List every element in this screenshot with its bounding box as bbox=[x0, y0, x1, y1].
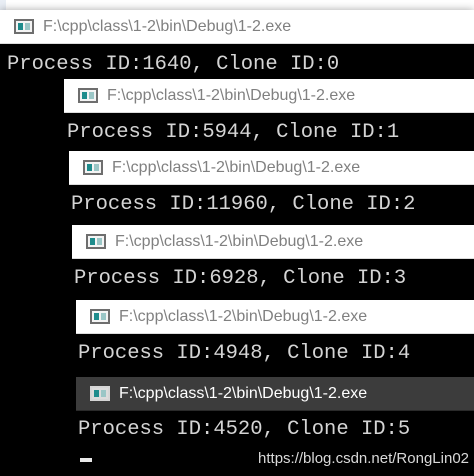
window-title: F:\cpp\class\1-2\bin\Debug\1-2.exe bbox=[115, 232, 364, 250]
watermark: https://blog.csdn.net/RongLin02 bbox=[258, 450, 469, 467]
console-output-line: Process ID:4948, Clone ID:4 bbox=[78, 342, 411, 365]
window-title: F:\cpp\class\1-2\bin\Debug\1-2.exe bbox=[119, 384, 368, 402]
console-output-line: Process ID:1640, Clone ID:0 bbox=[7, 53, 340, 76]
console-app-icon bbox=[90, 386, 110, 401]
titlebar[interactable]: F:\cpp\class\1-2\bin\Debug\1-2.exe bbox=[64, 79, 474, 113]
console-app-icon bbox=[83, 160, 103, 175]
console-app-icon bbox=[78, 88, 98, 103]
titlebar[interactable]: F:\cpp\class\1-2\bin\Debug\1-2.exe bbox=[76, 377, 474, 411]
window-title: F:\cpp\class\1-2\bin\Debug\1-2.exe bbox=[119, 307, 368, 325]
console-app-icon bbox=[86, 234, 106, 249]
console-app-icon bbox=[14, 19, 34, 34]
console-app-icon bbox=[90, 309, 110, 324]
text-cursor bbox=[80, 458, 92, 462]
titlebar[interactable]: F:\cpp\class\1-2\bin\Debug\1-2.exe bbox=[69, 151, 474, 185]
window-title: F:\cpp\class\1-2\bin\Debug\1-2.exe bbox=[112, 158, 361, 176]
titlebar[interactable]: F:\cpp\class\1-2\bin\Debug\1-2.exe bbox=[72, 225, 474, 259]
titlebar[interactable]: F:\cpp\class\1-2\bin\Debug\1-2.exe bbox=[76, 300, 474, 334]
console-output-line: Process ID:11960, Clone ID:2 bbox=[71, 193, 416, 216]
window-title: F:\cpp\class\1-2\bin\Debug\1-2.exe bbox=[43, 17, 292, 35]
console-output-line: Process ID:6928, Clone ID:3 bbox=[74, 267, 407, 290]
console-output-line: Process ID:5944, Clone ID:1 bbox=[67, 121, 400, 144]
console-output-line: Process ID:4520, Clone ID:5 bbox=[78, 418, 411, 441]
titlebar[interactable]: F:\cpp\class\1-2\bin\Debug\1-2.exe bbox=[0, 10, 474, 44]
window-title: F:\cpp\class\1-2\bin\Debug\1-2.exe bbox=[107, 86, 356, 104]
